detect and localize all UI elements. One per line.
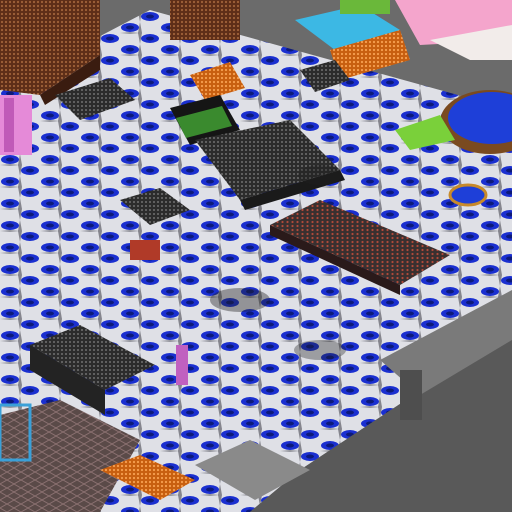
brick-building [170, 0, 240, 40]
dark-smoke-2 [294, 340, 346, 360]
green-plot [340, 0, 390, 14]
dark-smoke-1 [210, 288, 270, 312]
pink-tower-light [4, 98, 14, 152]
concrete-pillar [400, 370, 422, 420]
dark-smoke-3 [298, 165, 342, 185]
red-cross-structure [130, 240, 160, 260]
isometric-world-scene[interactable] [0, 0, 512, 512]
small-pool [448, 183, 488, 207]
game-viewport[interactable] [0, 0, 512, 512]
rainbow-sign [176, 345, 188, 385]
